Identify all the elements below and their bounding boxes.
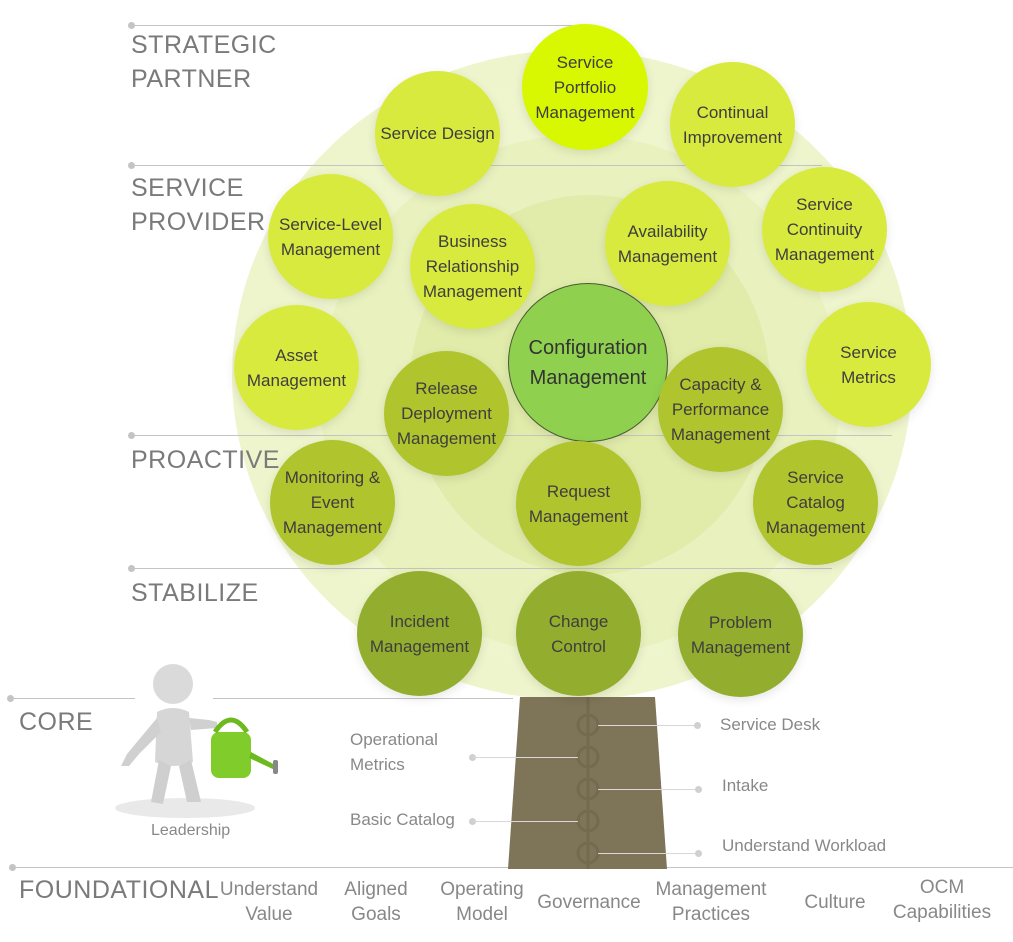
bubble-service-level-management[interactable]: Service-Level Management <box>268 174 393 299</box>
core-item-intake: Intake <box>722 776 769 795</box>
bubble-label: Continual Improvement <box>682 102 783 147</box>
bubble-label: Service Portfolio Management <box>535 52 635 122</box>
bubble-request-management[interactable]: Request Management <box>516 441 641 566</box>
foundational-item-governance: Governance <box>537 892 641 913</box>
bubble-continual-improvement[interactable]: Continual Improvement <box>670 62 795 187</box>
tier-line-strategic <box>132 25 572 26</box>
bubble-service-metrics[interactable]: Service Metrics <box>806 302 931 427</box>
core-item-operational-metrics: Operational Metrics <box>350 730 438 774</box>
bubble-label: Business Relationship Management <box>422 232 523 301</box>
connector-line-service-desk <box>598 725 698 726</box>
bubble-label: Service Catalog Management <box>765 468 866 537</box>
bubble-service-portfolio-management[interactable]: Service Portfolio Management <box>522 24 648 150</box>
bubble-capacity-performance-management[interactable]: Capacity & Performance Management <box>658 347 783 472</box>
bubble-problem-management[interactable]: Problem Management <box>678 572 803 697</box>
core-item-understand-workload: Understand Workload <box>722 836 887 855</box>
tier-label-foundational: FOUNDATIONAL <box>19 876 219 904</box>
connector-dot-intake <box>695 786 702 793</box>
foundational-item-management-practices: Management Practices <box>655 879 767 925</box>
bubble-business-relationship-management[interactable]: Business Relationship Management <box>410 204 535 329</box>
bubble-label: Configuration Management <box>528 336 648 389</box>
leadership-caption: Leadership <box>151 822 231 839</box>
bubble-change-control[interactable]: Change Control <box>516 571 641 696</box>
bubble-label: Service Continuity Management <box>774 195 875 264</box>
bubble-label: Change Control <box>548 611 609 656</box>
connector-line-understand-workload <box>598 853 698 854</box>
leadership-figure-icon <box>115 664 278 818</box>
connector-line-operational-metrics <box>473 757 578 758</box>
bubble-configuration-management[interactable]: Configuration Management <box>508 283 668 442</box>
bubble-label: Asset Management <box>246 345 347 390</box>
tier-label-service-provider: SERVICE PROVIDER <box>131 174 266 236</box>
bubble-label: Monitoring & Event Management <box>282 468 383 537</box>
bubble-label: Service Design <box>380 124 495 143</box>
bubble-label: Service Metrics <box>840 342 897 387</box>
bubble-label: Capacity & Performance Management <box>670 375 771 444</box>
watering-can-icon <box>211 717 278 778</box>
maturity-tree-diagram: STRATEGIC PARTNER SERVICE PROVIDER PROAC… <box>0 0 1013 942</box>
core-item-basic-catalog: Basic Catalog <box>350 810 455 829</box>
foundational-item-operating-model: Operating Model <box>440 879 524 925</box>
bubble-service-catalog-management[interactable]: Service Catalog Management <box>753 440 878 565</box>
tier-label-proactive: PROACTIVE <box>131 446 280 474</box>
bubble-service-continuity-management[interactable]: Service Continuity Management <box>762 167 887 292</box>
bubble-monitoring-event-management[interactable]: Monitoring & Event Management <box>270 440 395 565</box>
tier-line-proactive <box>132 435 892 436</box>
core-item-service-desk: Service Desk <box>720 715 821 734</box>
bubble-label: Release Deployment Management <box>396 379 497 448</box>
bubble-label: Request Management <box>528 481 629 526</box>
bubble-service-design[interactable]: Service Design <box>375 71 500 196</box>
bubble-incident-management[interactable]: Incident Management <box>357 571 482 696</box>
bubble-label: Problem Management <box>690 612 791 657</box>
connector-line-basic-catalog <box>473 821 578 822</box>
connector-line-intake <box>598 789 698 790</box>
bubble-asset-management[interactable]: Asset Management <box>234 305 359 430</box>
tier-label-stabilize: STABILIZE <box>131 579 259 607</box>
tier-line-stabilize <box>132 568 832 569</box>
foundational-item-culture: Culture <box>804 892 866 913</box>
bubble-label: Incident Management <box>369 611 470 656</box>
foundational-item-understand-value: Understand Value <box>219 879 319 925</box>
bubble-label: Service-Level Management <box>279 214 382 259</box>
bubble-release-deployment-management[interactable]: Release Deployment Management <box>384 351 509 476</box>
bubble-label: Availability Management <box>617 221 718 266</box>
connector-dot-understand-workload <box>695 850 702 857</box>
tier-label-strategic-partner: STRATEGIC PARTNER <box>131 31 277 93</box>
foundational-item-aligned-goals: Aligned Goals <box>344 879 408 925</box>
foundational-item-ocm-capabilities: OCM Capabilities <box>892 877 992 923</box>
bubble-availability-management[interactable]: Availability Management <box>605 181 730 306</box>
tree-trunk <box>508 697 667 869</box>
connector-dot-service-desk <box>694 722 701 729</box>
tier-label-core: CORE <box>19 708 94 736</box>
